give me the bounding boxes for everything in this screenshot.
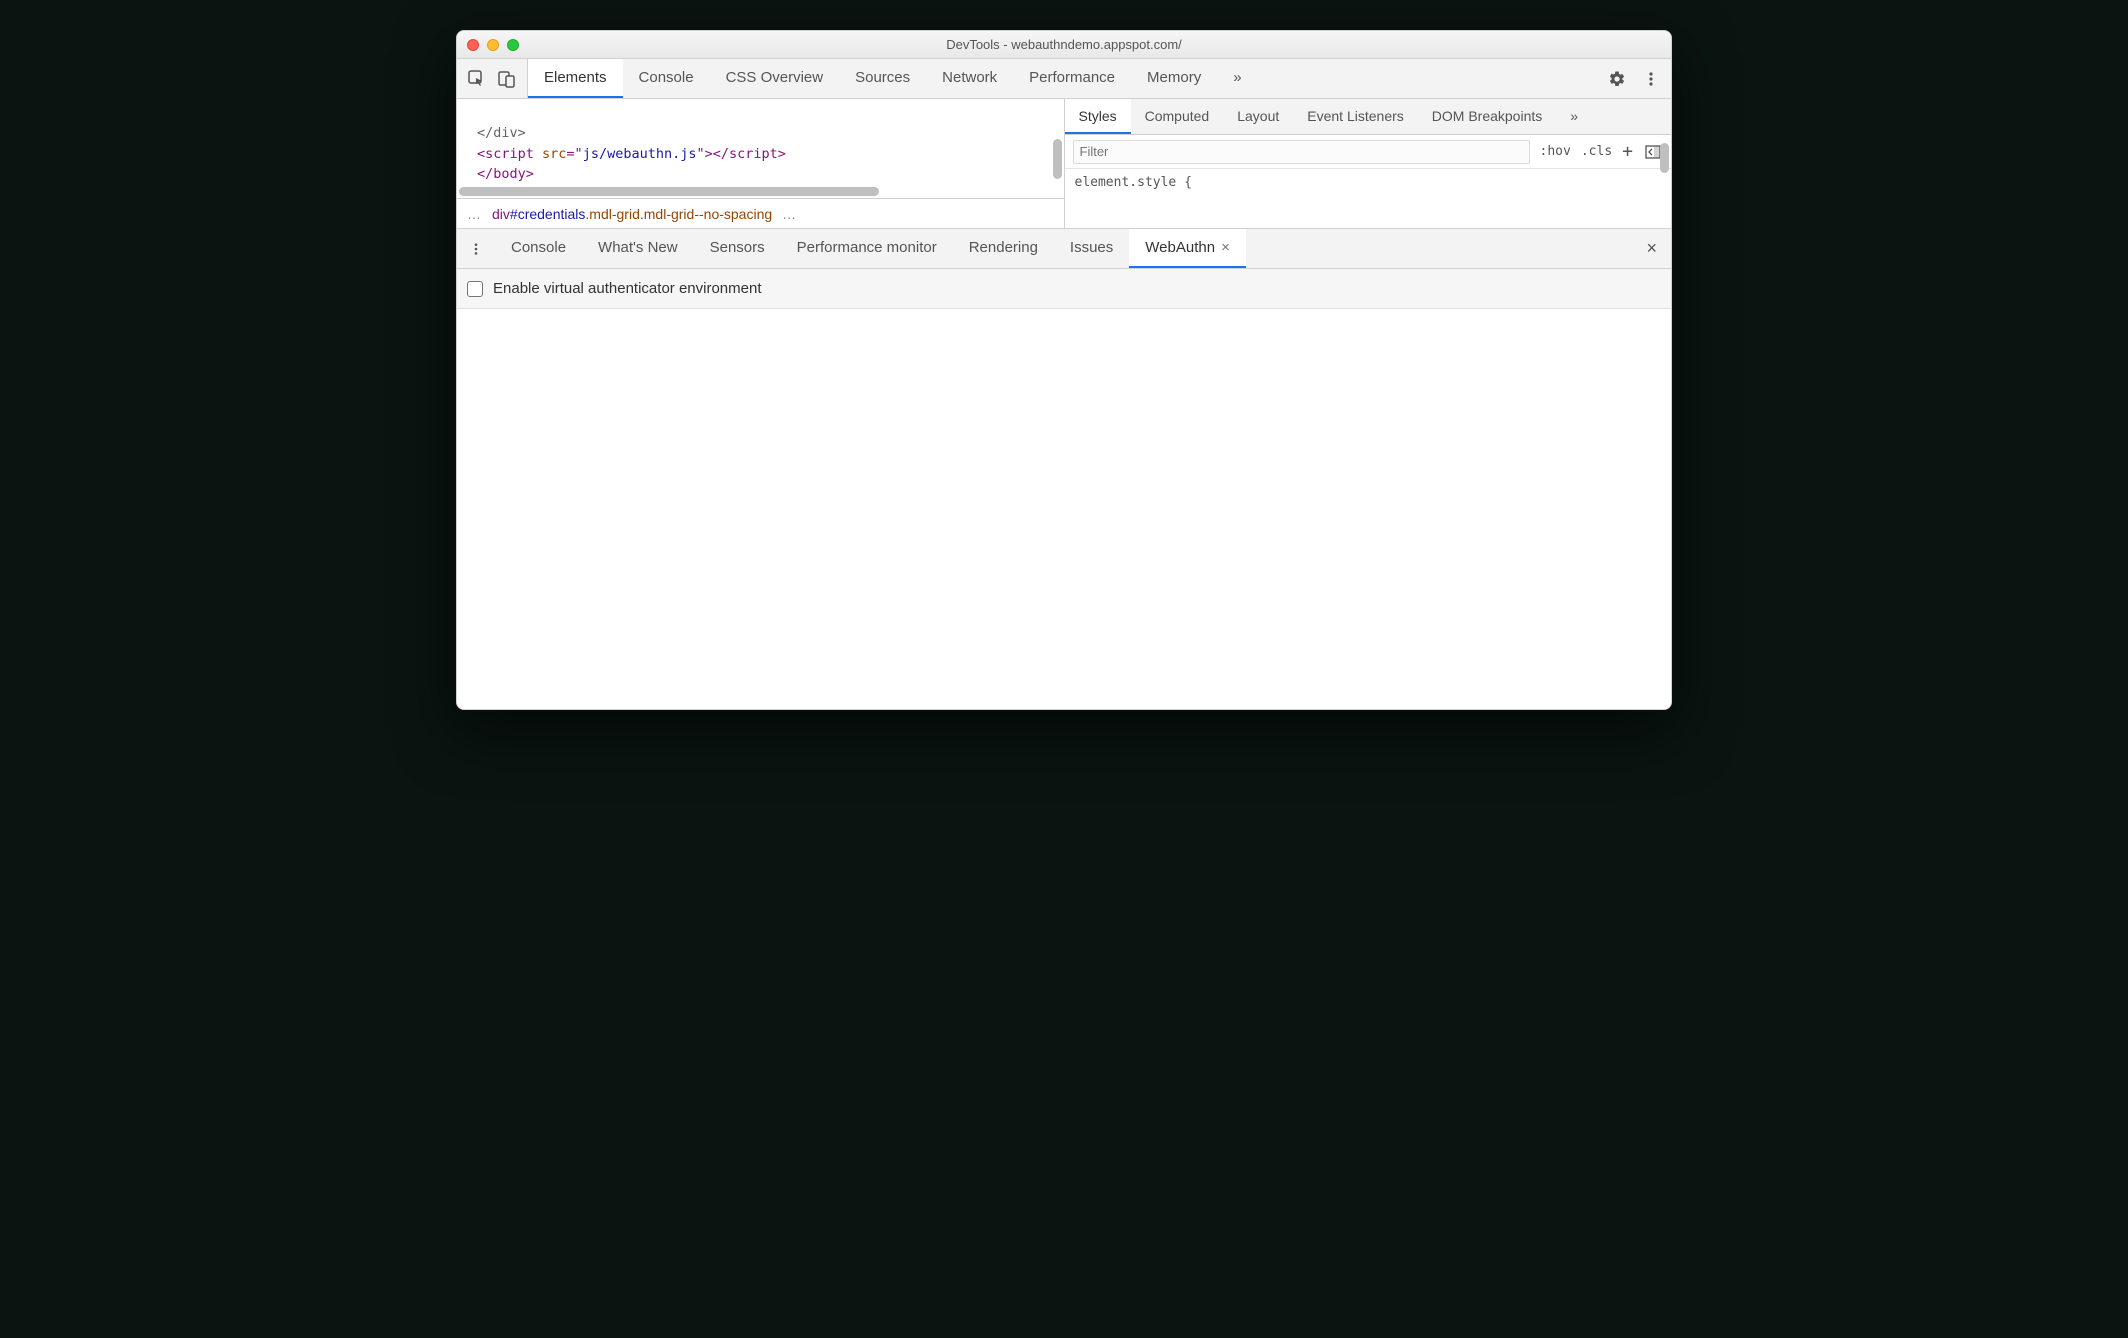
breadcrumb-right-overflow[interactable]: … — [782, 206, 797, 222]
scrollbar-vertical[interactable] — [1660, 143, 1669, 173]
code-text: js/webauthn.js — [583, 146, 697, 162]
drawer-tab-sensors[interactable]: Sensors — [694, 229, 781, 268]
minimize-window-button[interactable] — [487, 39, 499, 51]
window-title: DevTools - webauthndemo.appspot.com/ — [457, 37, 1671, 52]
styles-pane: Styles Computed Layout Event Listeners D… — [1065, 99, 1672, 228]
tab-console[interactable]: Console — [623, 59, 710, 98]
maximize-window-button[interactable] — [507, 39, 519, 51]
drawer-tab-issues[interactable]: Issues — [1054, 229, 1129, 268]
drawer-tab-whats-new[interactable]: What's New — [582, 229, 694, 268]
hov-toggle[interactable]: :hov — [1540, 144, 1571, 159]
inspect-element-icon[interactable] — [467, 69, 487, 89]
gear-icon[interactable] — [1607, 69, 1627, 89]
drawer-tab-rendering[interactable]: Rendering — [953, 229, 1054, 268]
elements-pane: </div> <script src="js/webauthn.js"></sc… — [457, 99, 1065, 228]
devtools-window: DevTools - webauthndemo.appspot.com/ Ele… — [456, 30, 1672, 710]
close-window-button[interactable] — [467, 39, 479, 51]
split-panes: </div> <script src="js/webauthn.js"></sc… — [457, 99, 1671, 229]
dom-breadcrumb: … div#credentials.mdl-grid.mdl-grid--no-… — [457, 198, 1064, 228]
toolbar-right — [1597, 59, 1671, 98]
code-text: =" — [566, 146, 582, 162]
code-text: </body> — [477, 166, 534, 182]
tab-sources[interactable]: Sources — [839, 59, 926, 98]
close-tab-icon[interactable]: × — [1221, 239, 1230, 256]
breadcrumb-node[interactable]: div#credentials.mdl-grid.mdl-grid--no-sp… — [492, 206, 772, 222]
styles-tab-event-listeners[interactable]: Event Listeners — [1293, 99, 1418, 134]
styles-tab-dom-breakpoints[interactable]: DOM Breakpoints — [1418, 99, 1556, 134]
tab-memory[interactable]: Memory — [1131, 59, 1217, 98]
code-text: "> — [696, 146, 712, 162]
tab-network[interactable]: Network — [926, 59, 1013, 98]
inspect-tools — [457, 59, 528, 98]
titlebar: DevTools - webauthndemo.appspot.com/ — [457, 31, 1671, 59]
code-text: </div> — [477, 125, 526, 141]
styles-filter-row: :hov .cls + — [1065, 135, 1672, 169]
code-text: </ — [713, 146, 729, 162]
enable-virtual-auth-label: Enable virtual authenticator environment — [493, 280, 762, 297]
code-text: <script — [477, 146, 542, 162]
drawer-tab-webauthn[interactable]: WebAuthn × — [1129, 229, 1246, 268]
styles-tab-styles[interactable]: Styles — [1065, 99, 1131, 134]
styles-tab-bar: Styles Computed Layout Event Listeners D… — [1065, 99, 1672, 135]
drawer-tab-bar: Console What's New Sensors Performance m… — [457, 229, 1671, 269]
styles-tab-computed[interactable]: Computed — [1131, 99, 1224, 134]
traffic-lights — [467, 39, 519, 51]
enable-virtual-auth-row: Enable virtual authenticator environment — [457, 269, 1671, 309]
device-toolbar-icon[interactable] — [497, 69, 517, 89]
code-text: src — [542, 146, 566, 162]
main-tab-bar: Elements Console CSS Overview Sources Ne… — [457, 59, 1671, 99]
cls-toggle[interactable]: .cls — [1581, 144, 1612, 159]
element-style-block[interactable]: element.style { — [1065, 169, 1672, 196]
styles-tab-layout[interactable]: Layout — [1223, 99, 1293, 134]
webauthn-panel: Enable virtual authenticator environment — [457, 269, 1671, 709]
tab-css-overview[interactable]: CSS Overview — [710, 59, 840, 98]
kebab-menu-icon[interactable] — [1641, 69, 1661, 89]
drawer-tab-performance-monitor[interactable]: Performance monitor — [781, 229, 953, 268]
new-style-rule-button[interactable]: + — [1622, 141, 1633, 162]
styles-tabs-overflow[interactable]: » — [1556, 99, 1592, 134]
dom-tree[interactable]: </div> <script src="js/webauthn.js"></sc… — [457, 99, 1064, 198]
scrollbar-vertical[interactable] — [1053, 139, 1062, 179]
breadcrumb-left-overflow[interactable]: … — [467, 206, 482, 222]
drawer-tab-console[interactable]: Console — [495, 229, 582, 268]
styles-filter-input[interactable] — [1073, 140, 1530, 164]
code-text: script> — [729, 146, 786, 162]
scrollbar-horizontal[interactable] — [459, 187, 879, 196]
drawer-close-button[interactable]: × — [1632, 229, 1671, 268]
drawer-kebab-icon[interactable] — [457, 229, 495, 268]
tabs-overflow[interactable]: » — [1217, 59, 1257, 98]
enable-virtual-auth-checkbox[interactable] — [467, 281, 483, 297]
tab-performance[interactable]: Performance — [1013, 59, 1131, 98]
tab-elements[interactable]: Elements — [528, 59, 623, 98]
